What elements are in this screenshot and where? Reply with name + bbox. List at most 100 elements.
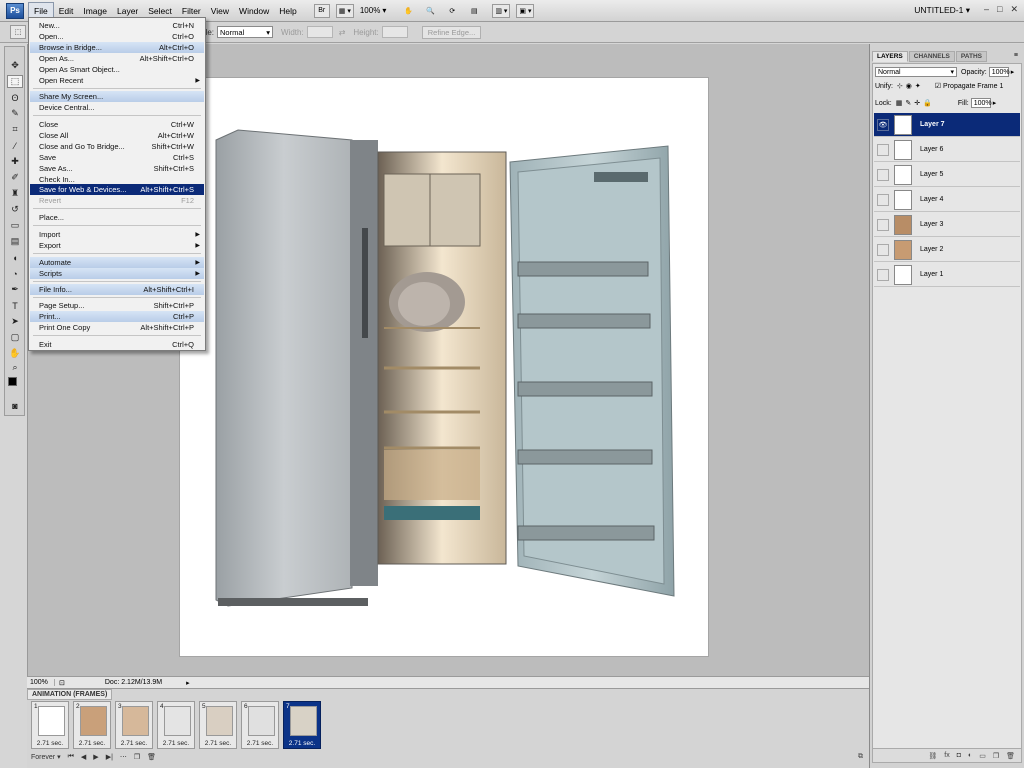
menu-item-place[interactable]: Place... bbox=[30, 212, 204, 223]
menu-item-import[interactable]: Import ▶ bbox=[30, 229, 204, 240]
menu-item-revert[interactable]: Revert F12 bbox=[30, 195, 204, 206]
menu-help[interactable]: Help bbox=[274, 3, 301, 19]
propagate-checkbox[interactable]: ☑ bbox=[935, 82, 941, 90]
rotate-view-icon[interactable]: ⟳ bbox=[444, 4, 460, 18]
menu-item-share-my-screen[interactable]: Share My Screen... bbox=[30, 91, 204, 102]
menu-item-save[interactable]: Save Ctrl+S bbox=[30, 152, 204, 163]
animation-frame-3[interactable]: 3 2.71 sec. bbox=[115, 701, 153, 749]
height-field[interactable] bbox=[381, 26, 408, 38]
duplicate-frame-icon[interactable]: ❐ bbox=[134, 753, 140, 761]
marquee-preset-icon[interactable]: ⬚ bbox=[10, 25, 26, 39]
menu-item-export[interactable]: Export ▶ bbox=[30, 240, 204, 251]
foreground-color-swatch[interactable] bbox=[8, 377, 17, 386]
bridge-button[interactable]: Br bbox=[313, 3, 330, 18]
frame-delay[interactable]: 2.71 sec. bbox=[32, 740, 68, 747]
healing-brush-tool-icon[interactable]: ✚ bbox=[7, 155, 23, 168]
animation-frame-2[interactable]: 2 2.71 sec. bbox=[73, 701, 111, 749]
first-frame-icon[interactable]: ⏮ bbox=[68, 753, 74, 761]
next-frame-icon[interactable]: ▶| bbox=[106, 753, 113, 761]
menu-item-automate[interactable]: Automate ▶ bbox=[30, 257, 204, 268]
grid-icon[interactable]: ▤ bbox=[466, 4, 482, 18]
maximize-icon[interactable]: □ bbox=[997, 4, 1002, 15]
lock-transparency-icon[interactable]: ▦ bbox=[896, 99, 903, 107]
loop-select[interactable]: Forever ▾ bbox=[31, 753, 61, 761]
chevron-right-icon[interactable]: ▸ bbox=[993, 99, 997, 107]
panel-menu-icon[interactable]: ≡ bbox=[1014, 52, 1018, 59]
document-title[interactable]: UNTITLED-1 ▾ bbox=[914, 5, 970, 16]
lasso-tool-icon[interactable]: ʘ bbox=[7, 91, 23, 104]
menu-item-print-one-copy[interactable]: Print One Copy Alt+Shift+Ctrl+P bbox=[30, 322, 204, 333]
layer-row-6[interactable]: Layer 6 bbox=[874, 138, 1020, 162]
screen-mode-icon[interactable]: ▣ ▾ bbox=[516, 3, 535, 18]
minimize-icon[interactable]: – bbox=[984, 4, 989, 15]
brush-tool-icon[interactable]: ✐ bbox=[7, 171, 23, 184]
visibility-toggle[interactable] bbox=[877, 168, 889, 181]
path-selection-tool-icon[interactable]: ➤ bbox=[7, 315, 23, 328]
visibility-toggle[interactable] bbox=[877, 143, 889, 156]
layer-row-7[interactable]: 👁 Layer 7 bbox=[874, 113, 1020, 137]
frame-delay[interactable]: 2.71 sec. bbox=[242, 740, 278, 747]
dodge-tool-icon[interactable]: ◔ bbox=[7, 267, 23, 280]
menu-item-close-all[interactable]: Close All Alt+Ctrl+W bbox=[30, 130, 204, 141]
layer-row-4[interactable]: Layer 4 bbox=[874, 188, 1020, 212]
layer-row-3[interactable]: Layer 3 bbox=[874, 213, 1020, 237]
hand-tool-icon[interactable]: ✋ bbox=[7, 347, 23, 360]
delete-frame-icon[interactable]: 🗑 bbox=[147, 753, 156, 761]
layer-row-2[interactable]: Layer 2 bbox=[874, 238, 1020, 262]
layer-style-icon[interactable]: fx bbox=[944, 752, 949, 759]
chevron-right-icon[interactable]: ▸ bbox=[1011, 68, 1015, 76]
close-icon[interactable]: ✕ bbox=[1010, 4, 1018, 15]
menu-item-page-setup[interactable]: Page Setup... Shift+Ctrl+P bbox=[30, 300, 204, 311]
frame-delay[interactable]: 2.71 sec. bbox=[74, 740, 110, 747]
menu-item-close-and-go-to-bridge[interactable]: Close and Go To Bridge... Shift+Ctrl+W bbox=[30, 141, 204, 152]
pen-tool-icon[interactable]: ✒ bbox=[7, 283, 23, 296]
document-canvas[interactable] bbox=[180, 78, 708, 656]
visibility-toggle[interactable] bbox=[877, 193, 889, 206]
frame-delay[interactable]: 2.71 sec. bbox=[284, 740, 320, 747]
zoom-tool-icon[interactable]: 🔍 bbox=[422, 4, 438, 18]
link-layers-icon[interactable]: ⛓ bbox=[928, 752, 937, 760]
zoom-level-select[interactable]: 100% ▾ bbox=[360, 6, 386, 15]
quick-selection-tool-icon[interactable]: ✎ bbox=[7, 107, 23, 120]
shape-tool-icon[interactable]: ▢ bbox=[7, 331, 23, 344]
arrange-documents-icon[interactable]: ▥ ▾ bbox=[492, 3, 511, 18]
tab-channels[interactable]: CHANNELS bbox=[908, 51, 955, 62]
visibility-toggle[interactable] bbox=[877, 268, 889, 281]
eyedropper-tool-icon[interactable]: ⁄ bbox=[7, 139, 23, 152]
animation-tab[interactable]: ANIMATION (FRAMES) bbox=[27, 689, 113, 700]
menu-item-new[interactable]: New... Ctrl+N bbox=[30, 20, 204, 31]
eraser-tool-icon[interactable]: ▭ bbox=[7, 219, 23, 232]
tab-layers[interactable]: LAYERS bbox=[872, 51, 908, 62]
marquee-tool-icon[interactable]: ⬚ bbox=[7, 75, 23, 88]
animation-frame-5[interactable]: 5 2.71 sec. bbox=[199, 701, 237, 749]
menu-item-save-for-web[interactable]: Save for Web & Devices... Alt+Shift+Ctrl+… bbox=[30, 184, 204, 195]
gradient-tool-icon[interactable]: ▤ bbox=[7, 235, 23, 248]
menu-item-scripts[interactable]: Scripts ▶ bbox=[30, 268, 204, 279]
menu-window[interactable]: Window bbox=[234, 3, 274, 19]
animation-frame-4[interactable]: 4 2.71 sec. bbox=[157, 701, 195, 749]
blend-mode-select[interactable]: Normal ▾ bbox=[875, 67, 957, 77]
clone-stamp-tool-icon[interactable]: ♜ bbox=[7, 187, 23, 200]
menu-item-open-as[interactable]: Open As... Alt+Shift+Ctrl+O bbox=[30, 53, 204, 64]
menu-view[interactable]: View bbox=[206, 3, 234, 19]
animation-frame-6[interactable]: 6 2.71 sec. bbox=[241, 701, 279, 749]
lock-pixels-icon[interactable]: ✎ bbox=[905, 99, 911, 107]
menu-item-exit[interactable]: Exit Ctrl+Q bbox=[30, 339, 204, 350]
convert-timeline-icon[interactable]: ⧉ bbox=[858, 753, 863, 761]
frame-delay[interactable]: 2.71 sec. bbox=[116, 740, 152, 747]
opacity-field[interactable]: 100% bbox=[988, 67, 1010, 77]
menu-item-save-as[interactable]: Save As... Shift+Ctrl+S bbox=[30, 163, 204, 174]
tween-icon[interactable]: ⋯ bbox=[120, 753, 127, 761]
lock-all-icon[interactable]: 🔒 bbox=[923, 99, 932, 107]
quick-mask-icon[interactable]: ◙ bbox=[7, 399, 23, 412]
blur-tool-icon[interactable]: ◖ bbox=[7, 251, 23, 264]
menu-item-device-central[interactable]: Device Central... bbox=[30, 102, 204, 113]
layer-row-1[interactable]: Layer 1 bbox=[874, 263, 1020, 287]
menu-item-close[interactable]: Close Ctrl+W bbox=[30, 119, 204, 130]
adjustment-layer-icon[interactable]: ◐ bbox=[968, 752, 972, 759]
menu-item-print[interactable]: Print... Ctrl+P bbox=[30, 311, 204, 322]
hand-tool-icon[interactable]: ✋ bbox=[400, 4, 416, 18]
crop-tool-icon[interactable]: ⌗ bbox=[7, 123, 23, 136]
frame-delay[interactable]: 2.71 sec. bbox=[158, 740, 194, 747]
menu-item-browse-in-bridge[interactable]: Browse in Bridge... Alt+Ctrl+O bbox=[30, 42, 204, 53]
